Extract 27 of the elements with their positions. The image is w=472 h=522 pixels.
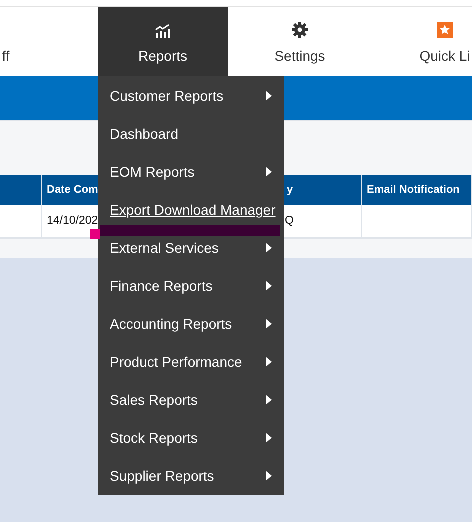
menu-item[interactable]: Customer Reports [98,86,284,106]
settings-icon [292,22,308,38]
caret-icon [266,167,272,177]
nav-tab[interactable]: ff [0,7,12,76]
table-cell: Q [282,205,362,238]
caret-icon [266,319,272,329]
menu-item[interactable]: Accounting Reports [98,314,284,334]
menu-item[interactable]: Stock Reports [98,428,284,448]
nav-tab[interactable]: Quick Li [400,7,472,76]
caret-icon [266,243,272,253]
chart-icon [155,24,171,38]
menu-item[interactable]: Finance Reports [98,276,284,296]
caret-icon [266,281,272,291]
caret-icon [266,471,272,481]
menu-item[interactable]: External Services [98,238,284,258]
caret-icon [266,357,272,367]
caret-icon [266,433,272,443]
nav-tab[interactable]: Settings [240,7,360,76]
caret-icon [266,91,272,101]
menu-item[interactable]: Product Performance [98,352,284,372]
menu-item[interactable]: Sales Reports [98,390,284,410]
column-header: y [282,175,362,205]
menu-item[interactable]: Dashboard [98,124,284,144]
caret-icon [266,395,272,405]
nav-tab[interactable]: Reports [98,7,228,76]
column-header: Email Notification [362,175,472,205]
menu-item[interactable]: Supplier Reports [98,466,284,486]
